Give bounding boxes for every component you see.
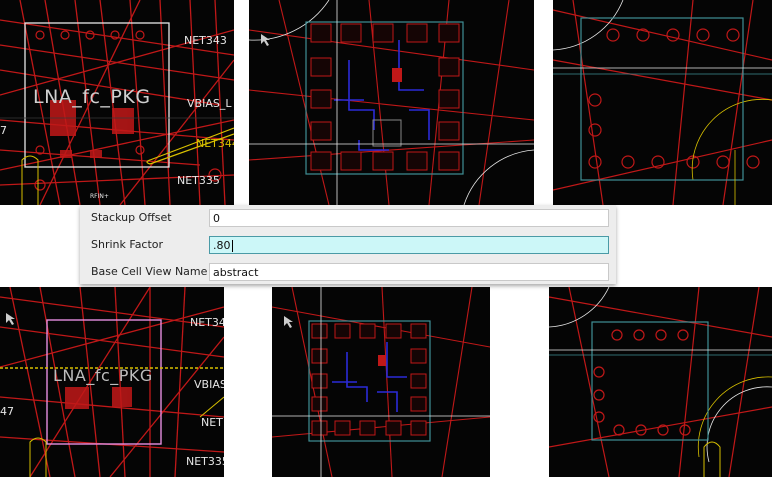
shrink-factor-field[interactable]: .80 [209,236,609,254]
form-row-stackup-offset: Stackup Offset 0 [80,207,616,231]
layout-canvas[interactable] [249,0,534,205]
net-label: NET [201,416,223,429]
cell-name-label: LNA_fc_PKG [33,86,151,108]
edge-label: 47 [0,405,14,418]
cursor-icon [6,313,15,325]
stackup-offset-field[interactable]: 0 [209,209,609,227]
properties-form: Stackup Offset 0 Shrink Factor .80 Base … [80,205,616,284]
net-label: VBIAS_L [187,97,232,110]
layout-canvas[interactable] [272,287,490,477]
text-caret [231,240,233,252]
edge-label: 7 [0,124,7,137]
cursor-icon [261,34,270,46]
layout-view-top-right[interactable] [553,0,772,205]
base-cell-view-name-field[interactable]: abstract [209,263,609,281]
net-label: VBIAS [194,378,224,391]
net-label: NET34 [190,316,224,329]
field-value: .80 [213,239,231,252]
form-row-shrink-factor: Shrink Factor .80 [80,234,616,258]
layout-view-bottom-left[interactable]: LNA_fc_PKG NET34 VBIAS NET NET335 47 [0,287,224,477]
cursor-icon [284,316,293,328]
pin-label: RFIN+ [90,193,109,200]
net-label: NET344 [196,137,234,150]
layout-view-top-middle[interactable] [249,0,534,205]
net-label: NET335 [177,174,220,187]
field-label: Shrink Factor [91,238,164,251]
field-label: Base Cell View Name [91,265,208,278]
form-row-base-cell-view-name: Base Cell View Name abstract [80,261,616,285]
layout-canvas[interactable] [553,0,772,205]
net-label: NET343 [184,34,227,47]
layout-canvas[interactable] [549,287,772,477]
layout-view-bottom-right[interactable] [549,287,772,477]
layout-view-top-left[interactable]: LNA_fc_PKG NET343 VBIAS_L NET344 NET335 … [0,0,234,205]
cell-name-label: LNA_fc_PKG [53,366,153,385]
layout-view-bottom-middle[interactable] [272,287,490,477]
net-label: NET335 [186,455,224,468]
field-label: Stackup Offset [91,211,172,224]
